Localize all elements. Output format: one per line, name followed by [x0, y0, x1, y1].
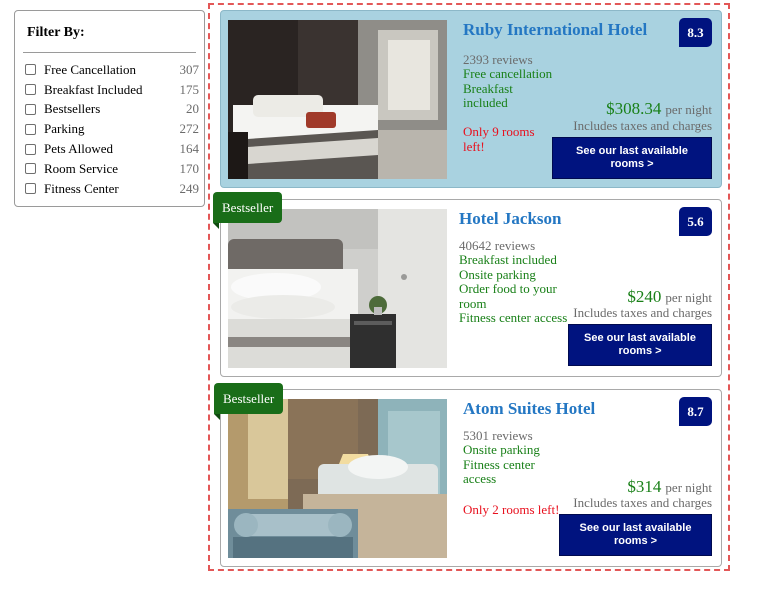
see-rooms-button[interactable]: See our last available rooms > [568, 324, 712, 366]
bestseller-badge: Bestseller [213, 192, 283, 229]
cta-line: rooms > [610, 158, 654, 170]
taxes-note: Includes taxes and charges [573, 495, 712, 510]
filter-label: Bestsellers [44, 101, 101, 117]
cta-line: rooms > [613, 535, 658, 547]
per-night-label: per night [665, 290, 712, 305]
scarcity-line: Only 9 rooms [463, 124, 535, 139]
price: $240 [627, 287, 662, 306]
cta-line: See our last available [584, 332, 696, 344]
cta-line: rooms > [618, 345, 662, 357]
filter-item-fitness-center[interactable]: Fitness Center 249 [25, 179, 199, 199]
rating-badge: 5.6 [679, 207, 712, 236]
hotel-card[interactable]: Hotel Jackson 5.6 40642 reviews Breakfas… [220, 199, 722, 377]
filter-panel: Filter By: Free Cancellation 307 Breakfa… [14, 10, 205, 207]
filter-count: 20 [186, 101, 199, 117]
filter-item-free-cancellation[interactable]: Free Cancellation 307 [25, 60, 199, 80]
bestsellers-checkbox[interactable] [25, 103, 36, 115]
pets-allowed-checkbox[interactable] [25, 143, 36, 155]
perk: Fitness center access [459, 310, 568, 325]
filter-count: 272 [179, 121, 200, 137]
room-service-checkbox[interactable] [25, 163, 36, 175]
filter-count: 175 [179, 81, 200, 97]
free-cancellation-checkbox[interactable] [25, 64, 36, 76]
price: $314 [627, 477, 662, 496]
results-list: Ruby International Hotel 8.3 2393 review… [208, 3, 730, 571]
filter-label: Breakfast Included [44, 81, 143, 97]
see-rooms-button[interactable]: See our last available rooms > [559, 514, 712, 556]
hotel-name[interactable]: Ruby International Hotel [463, 20, 647, 40]
perk-list: Onsite parking Fitness center access [463, 442, 540, 487]
filter-count: 249 [179, 180, 200, 196]
filter-label: Pets Allowed [44, 141, 113, 157]
filter-list: Free Cancellation 307 Breakfast Included… [25, 60, 199, 199]
perk: Onsite parking [459, 266, 536, 282]
perk: access [463, 471, 497, 486]
filter-item-breakfast-included[interactable]: Breakfast Included 175 [25, 80, 199, 100]
filter-divider [23, 52, 196, 53]
filter-title: Filter By: [27, 25, 85, 40]
filter-label: Parking [44, 121, 85, 137]
price-row: $314 per night [627, 477, 712, 497]
filter-label: Fitness Center [44, 180, 119, 196]
parking-checkbox[interactable] [25, 123, 36, 135]
price-row: $240 per night [627, 287, 712, 307]
perk: Free cancellation [463, 66, 553, 81]
rooms-left-warning: Only 2 rooms left! [463, 502, 560, 518]
filter-item-bestsellers[interactable]: Bestsellers 20 [25, 100, 199, 120]
per-night-label: per night [665, 480, 712, 495]
see-rooms-button[interactable]: See our last available rooms > [552, 137, 712, 179]
breakfast-included-checkbox[interactable] [25, 84, 36, 96]
perk: Onsite parking [463, 442, 540, 457]
filter-item-parking[interactable]: Parking 272 [25, 119, 199, 139]
hotel-name[interactable]: Hotel Jackson [459, 209, 561, 229]
per-night-label: per night [665, 102, 712, 117]
rating-badge: 8.7 [679, 397, 712, 426]
hotel-photo[interactable] [228, 399, 447, 558]
taxes-note: Includes taxes and charges [573, 305, 712, 320]
rooms-left-warning: Only 9 rooms left! [463, 124, 535, 154]
hotel-card[interactable]: Ruby International Hotel 8.3 2393 review… [220, 10, 722, 188]
filter-count: 307 [179, 61, 200, 77]
perk: Breakfast [463, 80, 513, 96]
rating-badge: 8.3 [679, 18, 712, 47]
hotel-photo[interactable] [228, 20, 447, 179]
perk-list: Free cancellation Breakfast included [463, 66, 553, 111]
scarcity-line: Only 2 rooms left! [463, 502, 560, 517]
perk: room [459, 295, 487, 311]
filter-count: 170 [179, 160, 200, 176]
perk-list: Breakfast included Onsite parking Order … [459, 252, 568, 326]
cta-line: See our last available [576, 145, 688, 157]
hotel-name[interactable]: Atom Suites Hotel [463, 399, 595, 419]
hotel-card[interactable]: Bestseller Atom Suites Hotel 8.7 5301 re… [214, 383, 722, 567]
scarcity-line: left! [463, 138, 485, 154]
bestseller-badge: Bestseller [214, 383, 284, 420]
cta-line: See our last available [579, 522, 692, 534]
hotel-photo[interactable] [228, 209, 447, 368]
price-row: $308.34 per night [606, 99, 712, 119]
filter-count: 164 [179, 141, 200, 157]
fitness-center-checkbox[interactable] [25, 183, 36, 195]
filter-label: Room Service [44, 160, 119, 176]
perk: Order food to your [459, 281, 557, 296]
price: $308.34 [606, 99, 662, 118]
filter-label: Free Cancellation [44, 61, 137, 77]
perk: included [463, 95, 508, 110]
taxes-note: Includes taxes and charges [573, 118, 712, 133]
perk: Fitness center [463, 456, 535, 472]
filter-item-pets-allowed[interactable]: Pets Allowed 164 [25, 139, 199, 159]
filter-item-room-service[interactable]: Room Service 170 [25, 159, 199, 179]
perk: Breakfast included [459, 252, 557, 267]
